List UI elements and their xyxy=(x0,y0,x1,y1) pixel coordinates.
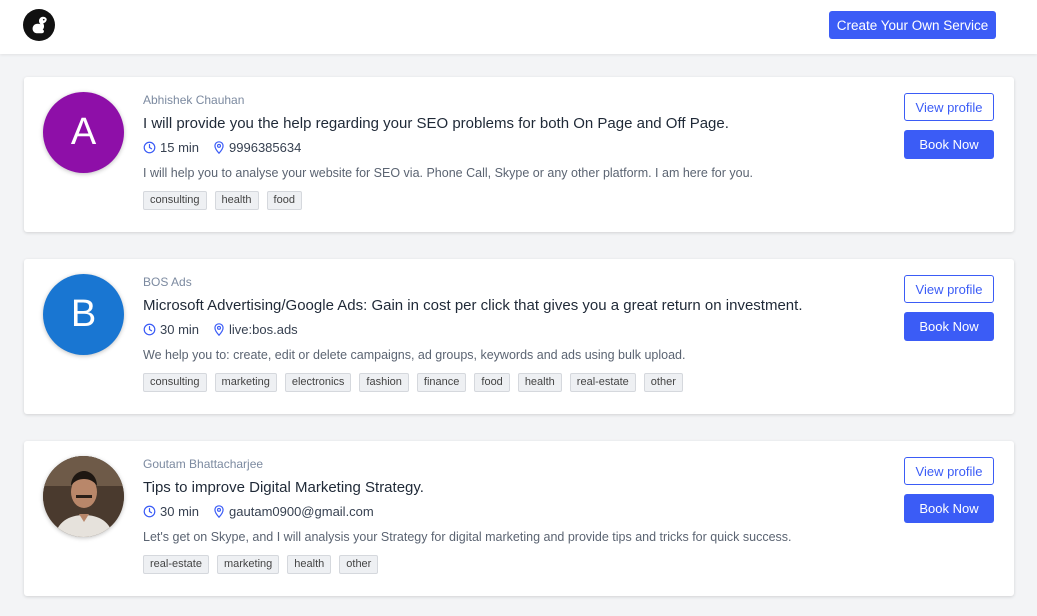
host-name[interactable]: Goutam Bhattacharjee xyxy=(143,457,883,472)
duration-text: 30 min xyxy=(160,503,200,519)
location: gautam0900@gmail.com xyxy=(213,504,374,519)
book-now-button[interactable]: Book Now xyxy=(904,494,994,523)
location-pin-icon xyxy=(214,140,224,154)
duration: 30 min xyxy=(143,322,199,337)
tag[interactable]: electronics xyxy=(284,373,352,392)
squirrel-logo-icon[interactable] xyxy=(23,9,55,41)
create-service-button[interactable]: Create Your Own Service xyxy=(829,11,996,39)
book-now-button[interactable]: Book Now xyxy=(904,312,994,341)
tag[interactable]: real-estate xyxy=(143,555,209,574)
avatar: B xyxy=(43,274,124,355)
tag[interactable]: health xyxy=(517,373,562,392)
location-text: 9996385634 xyxy=(229,139,302,155)
location: 9996385634 xyxy=(213,140,301,155)
location: live:bos.ads xyxy=(213,322,298,337)
tag[interactable]: consulting xyxy=(143,373,207,392)
host-name[interactable]: BOS Ads xyxy=(143,275,883,290)
top-bar: Create Your Own Service xyxy=(0,0,1037,54)
tag[interactable]: other xyxy=(339,555,379,574)
tag[interactable]: finance xyxy=(416,373,467,392)
location-text: gautam0900@gmail.com xyxy=(229,503,374,519)
tag[interactable]: fashion xyxy=(359,373,409,392)
clock-icon xyxy=(143,323,156,335)
service-title[interactable]: Microsoft Advertising/Google Ads: Gain i… xyxy=(143,296,883,316)
tag[interactable]: health xyxy=(287,555,332,574)
tag-list: consulting marketing electronics fashion… xyxy=(143,373,883,392)
service-card: B BOS Ads Microsoft Advertising/Google A… xyxy=(24,259,1014,414)
duration-text: 30 min xyxy=(160,321,200,337)
clock-icon xyxy=(143,141,156,153)
tag[interactable]: health xyxy=(214,191,259,210)
service-description: We help you to: create, edit or delete c… xyxy=(143,348,686,362)
location-pin-icon xyxy=(214,504,224,518)
tag[interactable]: marketing xyxy=(214,373,277,392)
service-title[interactable]: Tips to improve Digital Marketing Strate… xyxy=(143,478,883,498)
tag-list: real-estate marketing health other xyxy=(143,555,883,574)
view-profile-button[interactable]: View profile xyxy=(904,457,994,485)
tag[interactable]: food xyxy=(474,373,510,392)
book-now-button[interactable]: Book Now xyxy=(904,130,994,159)
service-description: I will help you to analyse your website … xyxy=(143,166,754,180)
location-text: live:bos.ads xyxy=(229,321,298,337)
tag[interactable]: marketing xyxy=(216,555,280,574)
duration: 15 min xyxy=(143,140,199,155)
person-photo-icon xyxy=(43,456,124,537)
tag[interactable]: consulting xyxy=(143,191,207,210)
location-pin-icon xyxy=(214,322,224,336)
avatar-photo xyxy=(43,456,124,537)
service-card: Goutam Bhattacharjee Tips to improve Dig… xyxy=(24,441,1014,596)
tag[interactable]: food xyxy=(266,191,302,210)
tag[interactable]: real-estate xyxy=(569,373,636,392)
view-profile-button[interactable]: View profile xyxy=(904,93,994,121)
view-profile-button[interactable]: View profile xyxy=(904,275,994,303)
duration: 30 min xyxy=(143,504,199,519)
service-description: Let's get on Skype, and I will analysis … xyxy=(143,530,792,544)
clock-icon xyxy=(143,505,156,517)
duration-text: 15 min xyxy=(160,139,200,155)
service-title[interactable]: I will provide you the help regarding yo… xyxy=(143,114,883,134)
host-name[interactable]: Abhishek Chauhan xyxy=(143,93,883,108)
tag[interactable]: other xyxy=(643,373,683,392)
avatar: A xyxy=(43,92,124,173)
tag-list: consulting health food xyxy=(143,191,883,210)
service-card: A Abhishek Chauhan I will provide you th… xyxy=(24,77,1014,232)
